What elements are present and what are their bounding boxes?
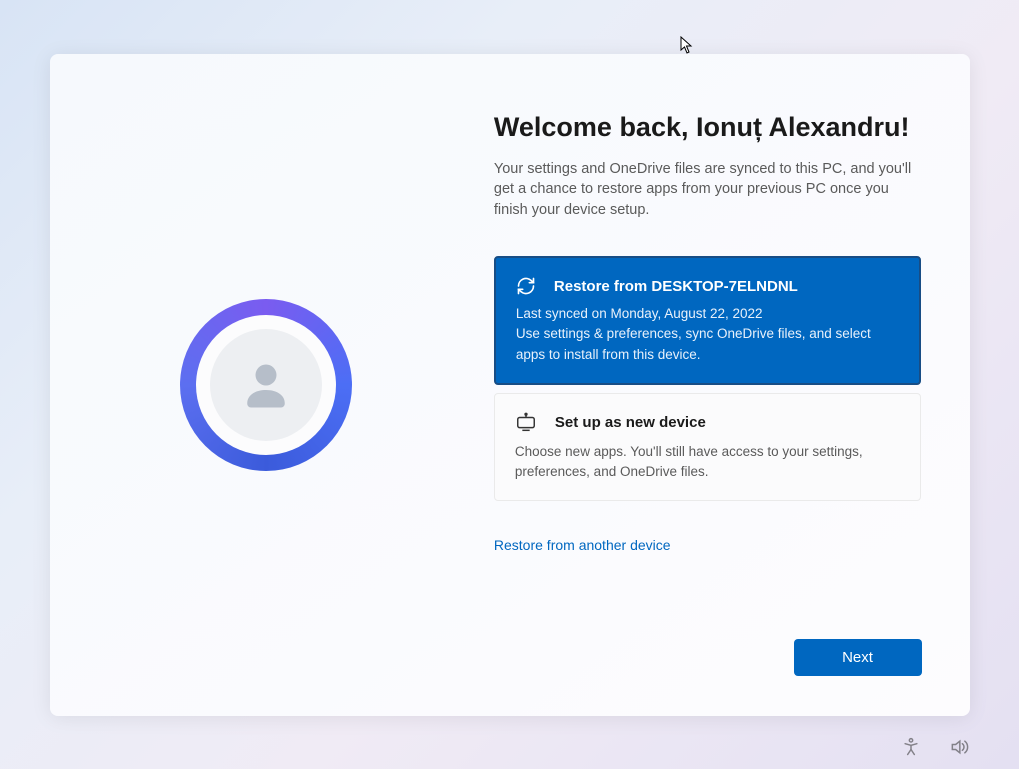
restore-option-synced: Last synced on Monday, August 22, 2022: [516, 304, 900, 324]
avatar-placeholder: [210, 329, 322, 441]
sync-icon: [516, 276, 536, 296]
avatar-ring: [180, 299, 352, 471]
restore-option-desc: Use settings & preferences, sync OneDriv…: [516, 324, 900, 365]
new-option-title: Set up as new device: [555, 414, 706, 431]
restore-device-option[interactable]: Restore from DESKTOP-7ELNDNL Last synced…: [494, 256, 922, 385]
device-icon: [515, 412, 537, 434]
illustration-pane: [50, 54, 482, 716]
new-device-option[interactable]: Set up as new device Choose new apps. Yo…: [494, 393, 922, 502]
content-pane: Welcome back, Ionuț Alexandru! Your sett…: [482, 54, 970, 716]
volume-icon[interactable]: [949, 737, 969, 757]
avatar-inner: [196, 315, 336, 455]
restore-option-title: Restore from DESKTOP-7ELNDNL: [554, 278, 798, 295]
oobe-tray: [901, 737, 969, 757]
page-title: Welcome back, Ionuț Alexandru!: [494, 112, 922, 143]
mouse-cursor-icon: [680, 36, 694, 54]
next-button[interactable]: Next: [794, 639, 922, 676]
restore-another-link[interactable]: Restore from another device: [494, 537, 671, 553]
page-subtitle: Your settings and OneDrive files are syn…: [494, 159, 922, 221]
setup-panel: Welcome back, Ionuț Alexandru! Your sett…: [50, 54, 970, 716]
new-option-desc: Choose new apps. You'll still have acces…: [515, 442, 901, 483]
person-icon: [236, 355, 296, 415]
accessibility-icon[interactable]: [901, 737, 921, 757]
